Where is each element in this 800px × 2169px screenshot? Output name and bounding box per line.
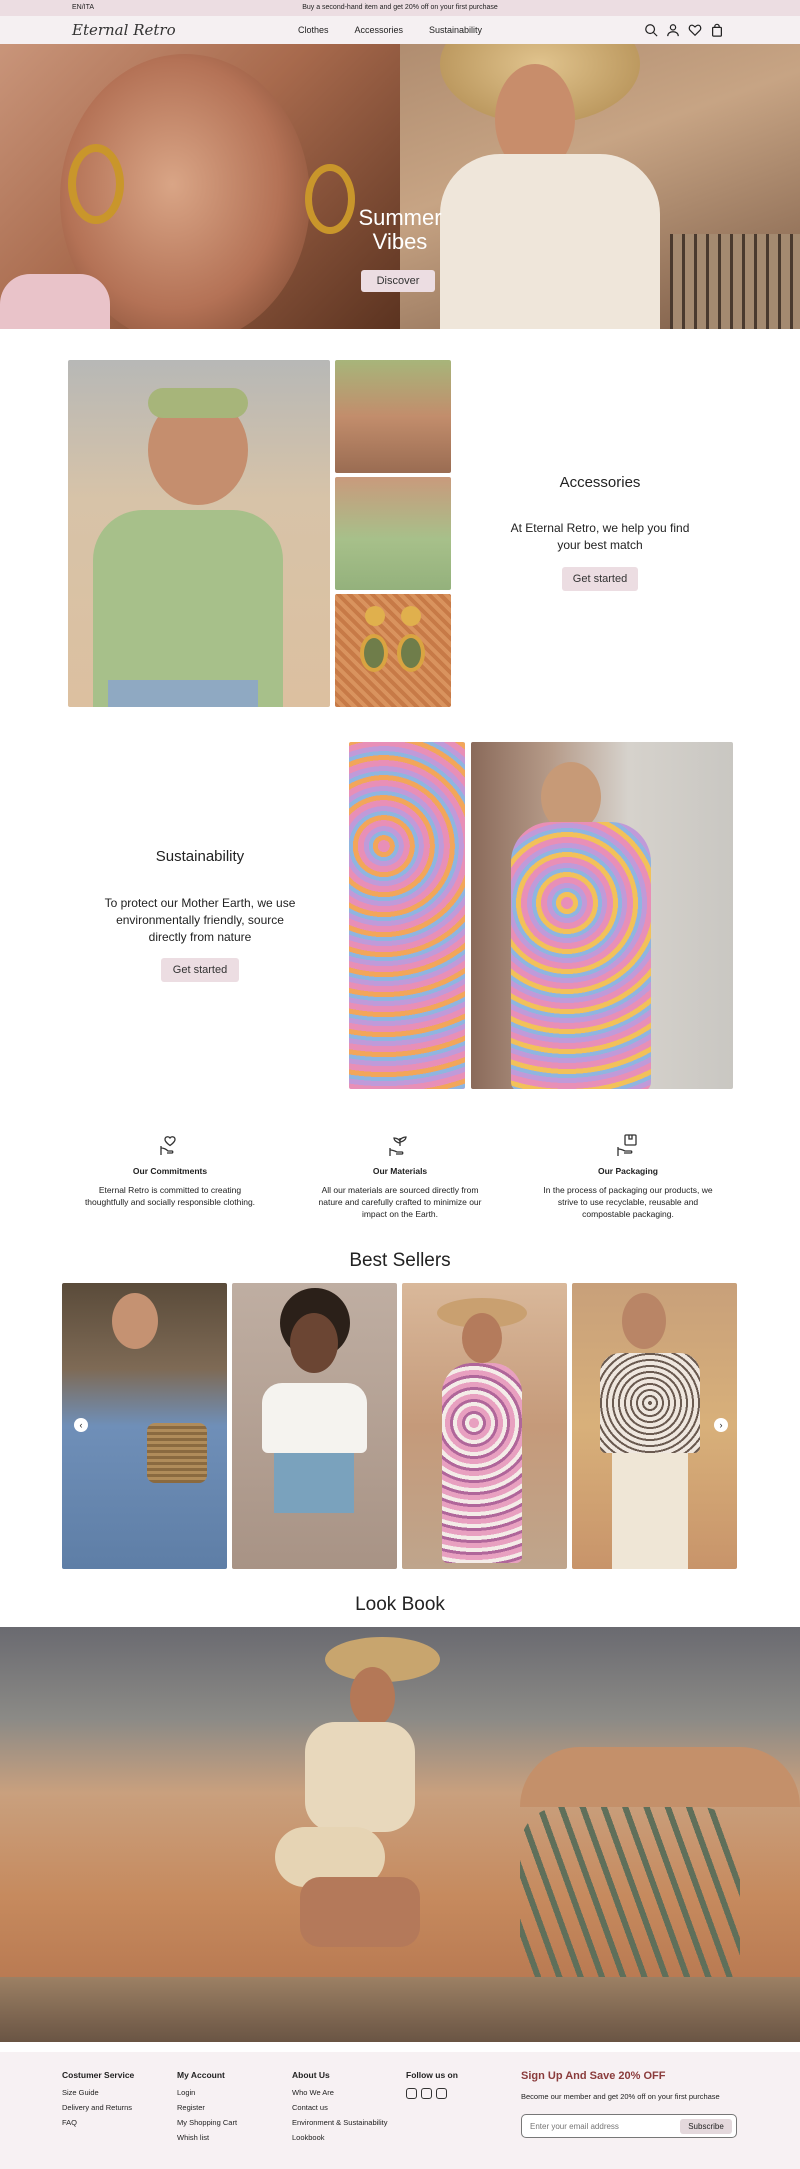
nav-item-clothes[interactable]: Clothes: [298, 25, 329, 35]
hero-banner: Summer Vibes Discover: [0, 44, 800, 329]
sustainability-get-started-button[interactable]: Get started: [161, 958, 239, 982]
lookbook-photo[interactable]: [0, 1627, 800, 2042]
footer-link-lookbook[interactable]: Lookbook: [292, 2133, 387, 2142]
footer-follow-us: Follow us on: [406, 2070, 458, 2099]
bag-icon[interactable]: [710, 23, 724, 37]
footer-link-register[interactable]: Register: [177, 2103, 237, 2112]
email-input[interactable]: [530, 2120, 670, 2133]
floral-dress-photo[interactable]: [471, 742, 733, 1089]
packaging-text: In the process of packaging our products…: [543, 1185, 713, 1219]
accessories-model-photo[interactable]: [68, 360, 330, 707]
package-hand-icon: [615, 1132, 641, 1158]
nav-item-sustainability[interactable]: Sustainability: [429, 25, 482, 35]
site-header: Eternal Retro Clothes Accessories Sustai…: [0, 16, 800, 44]
footer-link-login[interactable]: Login: [177, 2088, 237, 2097]
carousel-next-button[interactable]: ›: [714, 1418, 728, 1432]
hands-heart-icon: [157, 1132, 183, 1158]
site-footer: Costumer Service Size Guide Delivery and…: [0, 2052, 800, 2169]
footer-customer-service: Costumer Service Size Guide Delivery and…: [62, 2070, 134, 2133]
footer-column-title: Follow us on: [406, 2070, 458, 2080]
main-nav: Clothes Accessories Sustainability: [298, 25, 482, 35]
nav-item-accessories[interactable]: Accessories: [355, 25, 404, 35]
footer-column-title: About Us: [292, 2070, 330, 2080]
commitment-text: Eternal Retro is committed to creating th…: [84, 1185, 256, 1207]
footer-link-delivery-returns[interactable]: Delivery and Returns: [62, 2103, 134, 2112]
footer-link-wish-list[interactable]: Whish list: [177, 2133, 237, 2142]
signup-title: Sign Up And Save 20% OFF: [521, 2070, 666, 2082]
carousel-prev-button[interactable]: ‹: [74, 1418, 88, 1432]
footer-link-contact[interactable]: Contact us: [292, 2103, 387, 2112]
footer-about-us: About Us Who We Are Contact us Environme…: [292, 2070, 387, 2148]
signup-text: Become our member and get 20% off on you…: [521, 2092, 720, 2101]
floral-fabric-photo[interactable]: [349, 742, 465, 1089]
best-sellers-title: Best Sellers: [349, 1250, 451, 1271]
heart-icon[interactable]: [688, 23, 702, 37]
commitment-title: Our Commitments: [132, 1166, 208, 1176]
packaging-title: Our Packaging: [598, 1166, 658, 1176]
headband-photo[interactable]: [335, 360, 451, 473]
hero-image-right: [400, 44, 800, 329]
footer-link-size-guide[interactable]: Size Guide: [62, 2088, 134, 2097]
header-icons: [644, 23, 724, 37]
footer-link-faq[interactable]: FAQ: [62, 2118, 134, 2127]
product-card[interactable]: [572, 1283, 737, 1569]
brand-logo[interactable]: Eternal Retro: [72, 21, 176, 39]
accessories-title: Accessories: [559, 474, 641, 491]
packaging-block: Our Packaging In the process of packagin…: [528, 1132, 728, 1220]
search-icon[interactable]: [644, 23, 658, 37]
sustainability-text: To protect our Mother Earth, we use envi…: [104, 896, 296, 944]
discover-button[interactable]: Discover: [361, 270, 435, 292]
materials-text: All our materials are sourced directly f…: [318, 1185, 482, 1219]
earrings-photo[interactable]: [335, 594, 451, 707]
instagram-icon[interactable]: [406, 2088, 417, 2099]
announcement-bar: EN/ITA Buy a second-hand item and get 20…: [0, 0, 800, 16]
pinterest-icon[interactable]: [421, 2088, 432, 2099]
sustainability-title: Sustainability: [155, 848, 245, 865]
materials-title: Our Materials: [372, 1166, 428, 1176]
product-card[interactable]: [232, 1283, 397, 1569]
hero-title: Summer Vibes: [358, 205, 442, 254]
top-photo[interactable]: [335, 477, 451, 590]
footer-column-title: Costumer Service: [62, 2070, 135, 2080]
commitment-block: Our Commitments Eternal Retro is committ…: [70, 1132, 270, 1208]
product-card[interactable]: [402, 1283, 567, 1569]
promo-text: Buy a second-hand item and get 20% off o…: [302, 4, 498, 11]
accessories-get-started-button[interactable]: Get started: [562, 567, 638, 591]
footer-link-shopping-cart[interactable]: My Shopping Cart: [177, 2118, 237, 2127]
materials-block: Our Materials All our materials are sour…: [300, 1132, 500, 1220]
lookbook-title: Look Book: [355, 1594, 445, 1615]
accessories-text: At Eternal Retro, we help you find your …: [510, 521, 690, 552]
footer-column-title: My Account: [177, 2070, 225, 2080]
footer-my-account: My Account Login Register My Shopping Ca…: [177, 2070, 237, 2148]
facebook-icon[interactable]: [436, 2088, 447, 2099]
newsletter-form: Subscribe: [521, 2114, 737, 2138]
footer-link-who-we-are[interactable]: Who We Are: [292, 2088, 387, 2097]
plant-hand-icon: [387, 1132, 413, 1158]
subscribe-button[interactable]: Subscribe: [680, 2119, 732, 2134]
footer-link-environment[interactable]: Environment & Sustainability: [292, 2118, 387, 2127]
hero-image-left: [0, 44, 400, 329]
user-icon[interactable]: [666, 23, 680, 37]
